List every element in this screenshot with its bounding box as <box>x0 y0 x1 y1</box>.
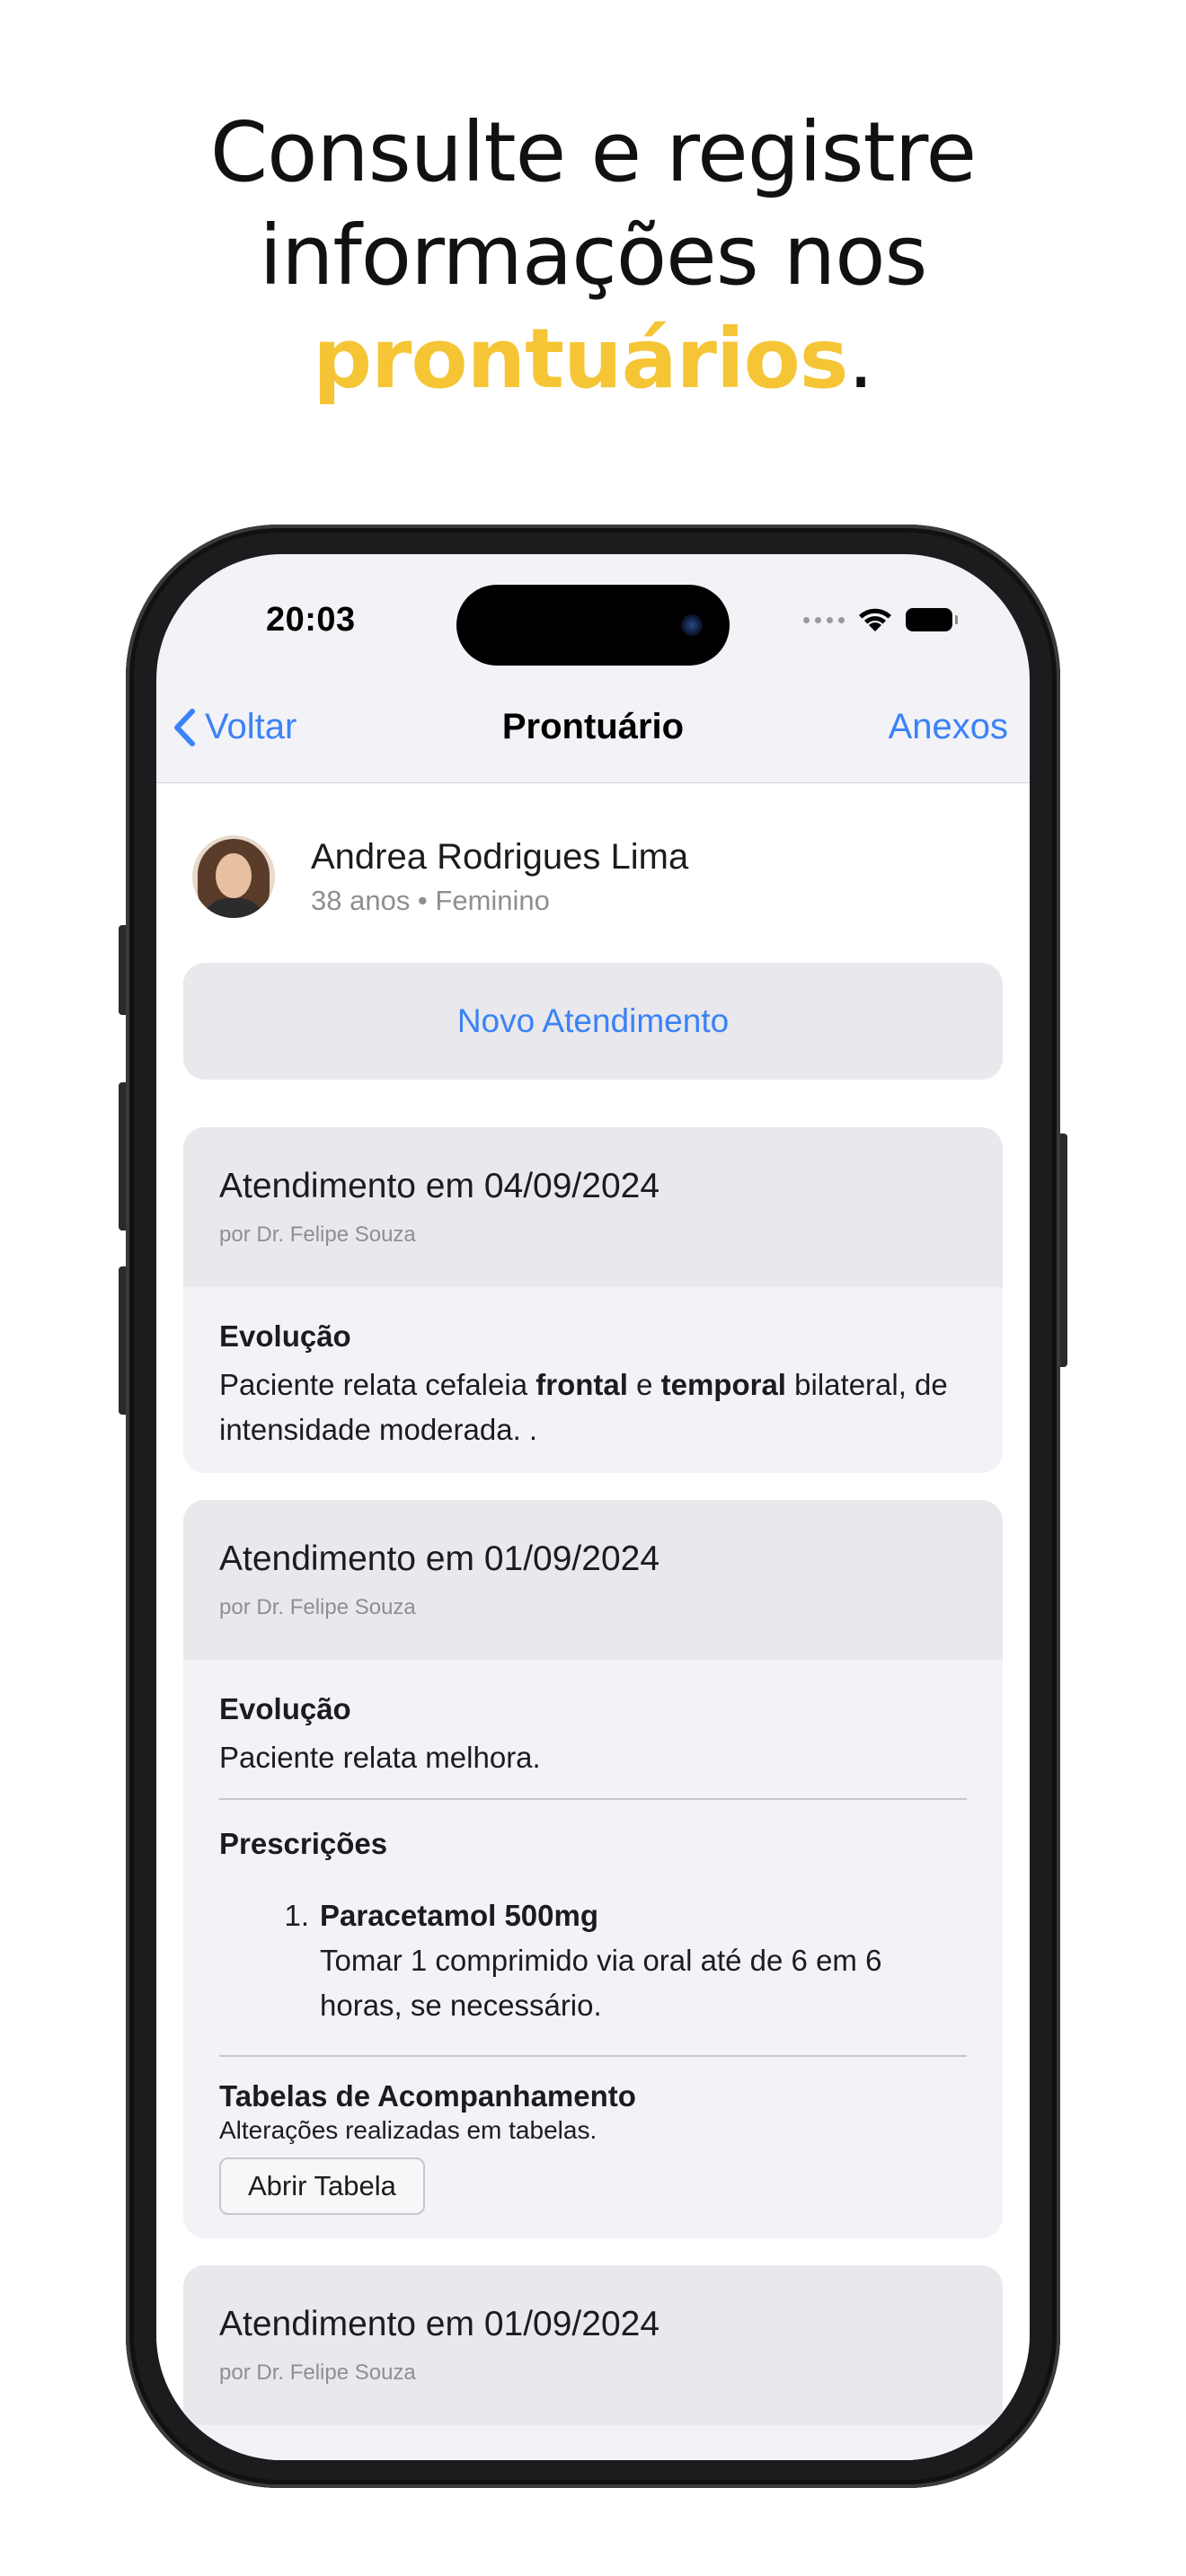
status-icons <box>803 604 958 635</box>
status-time: 20:03 <box>266 601 356 639</box>
appointment-author: por Dr. Felipe Souza <box>219 2360 416 2385</box>
headline-highlight: prontuários <box>313 311 848 407</box>
prescription-number: 1. <box>284 1899 309 1932</box>
appointment-title: Atendimento em 04/09/2024 <box>219 1167 660 1205</box>
evolution-text: Paciente relata melhora. <box>219 1741 541 1774</box>
patient-meta: 38 anos • Feminino <box>311 885 550 916</box>
cellular-dots-icon <box>803 616 845 623</box>
prescription-instructions: Tomar 1 comprimido via oral até de 6 em … <box>320 1944 882 2022</box>
attachments-button[interactable]: Anexos <box>889 707 1008 747</box>
battery-icon <box>906 608 958 631</box>
chevron-left-icon <box>174 708 195 746</box>
new-appointment-button[interactable]: Novo Atendimento <box>183 963 1003 1080</box>
prescription-item: 1. Paracetamol 500mg Tomar 1 comprimido … <box>219 1893 967 2028</box>
navigation-bar: Voltar Prontuário Anexos <box>156 680 1030 783</box>
appointment-header: Atendimento em 01/09/2024 por Dr. Felipe… <box>183 2265 1003 2425</box>
back-label: Voltar <box>205 707 297 746</box>
tracking-tables-label: Tabelas de Acompanhamento <box>219 2079 636 2113</box>
appointment-author: por Dr. Felipe Souza <box>219 1595 416 1619</box>
record-content[interactable]: Andrea Rodrigues Lima 38 anos • Feminino… <box>156 783 1030 2460</box>
divider <box>219 1798 967 1800</box>
headline-line-3: prontuários. <box>0 307 1186 410</box>
appointment-title: Atendimento em 01/09/2024 <box>219 2305 660 2343</box>
open-table-button[interactable]: Abrir Tabela <box>219 2157 425 2215</box>
appointment-header: Atendimento em 04/09/2024 por Dr. Felipe… <box>183 1127 1003 1287</box>
avatar <box>192 835 275 918</box>
evolution-label: Evolução <box>219 1319 351 1353</box>
dynamic-island <box>456 585 730 666</box>
evolution-label: Evolução <box>219 1692 351 1725</box>
headline-line-2: informações nos <box>259 207 928 304</box>
headline-line-1: Consulte e registre <box>209 104 977 200</box>
appointment-author: por Dr. Felipe Souza <box>219 1222 416 1247</box>
appointment-card[interactable]: Atendimento em 04/09/2024 por Dr. Felipe… <box>183 1127 1003 1473</box>
appointment-title: Atendimento em 01/09/2024 <box>219 1539 660 1578</box>
tracking-tables-description: Alterações realizadas em tabelas. <box>219 2116 597 2144</box>
evolution-text: Paciente relata cefaleia frontal e tempo… <box>219 1368 948 1446</box>
phone-screen: 20:03 Voltar Prontuário Anexos Andrea Ro… <box>156 554 1030 2460</box>
camera-icon <box>681 614 703 636</box>
divider <box>219 2055 967 2057</box>
appointment-card[interactable]: Atendimento em 01/09/2024 por Dr. Felipe… <box>183 2265 1003 2460</box>
marketing-headline: Consulte e registre informações nos pron… <box>0 101 1186 410</box>
appointment-card[interactable]: Atendimento em 01/09/2024 por Dr. Felipe… <box>183 1500 1003 2238</box>
prescription-name: Paracetamol 500mg <box>320 1899 599 1932</box>
appointment-header: Atendimento em 01/09/2024 por Dr. Felipe… <box>183 1500 1003 1660</box>
patient-name: Andrea Rodrigues Lima <box>311 837 689 877</box>
prescriptions-label: Prescrições <box>219 1827 388 1860</box>
headline-period: . <box>847 311 874 407</box>
back-button[interactable]: Voltar <box>173 707 296 747</box>
wifi-icon <box>859 608 891 631</box>
patient-header: Andrea Rodrigues Lima 38 anos • Feminino <box>192 835 688 918</box>
